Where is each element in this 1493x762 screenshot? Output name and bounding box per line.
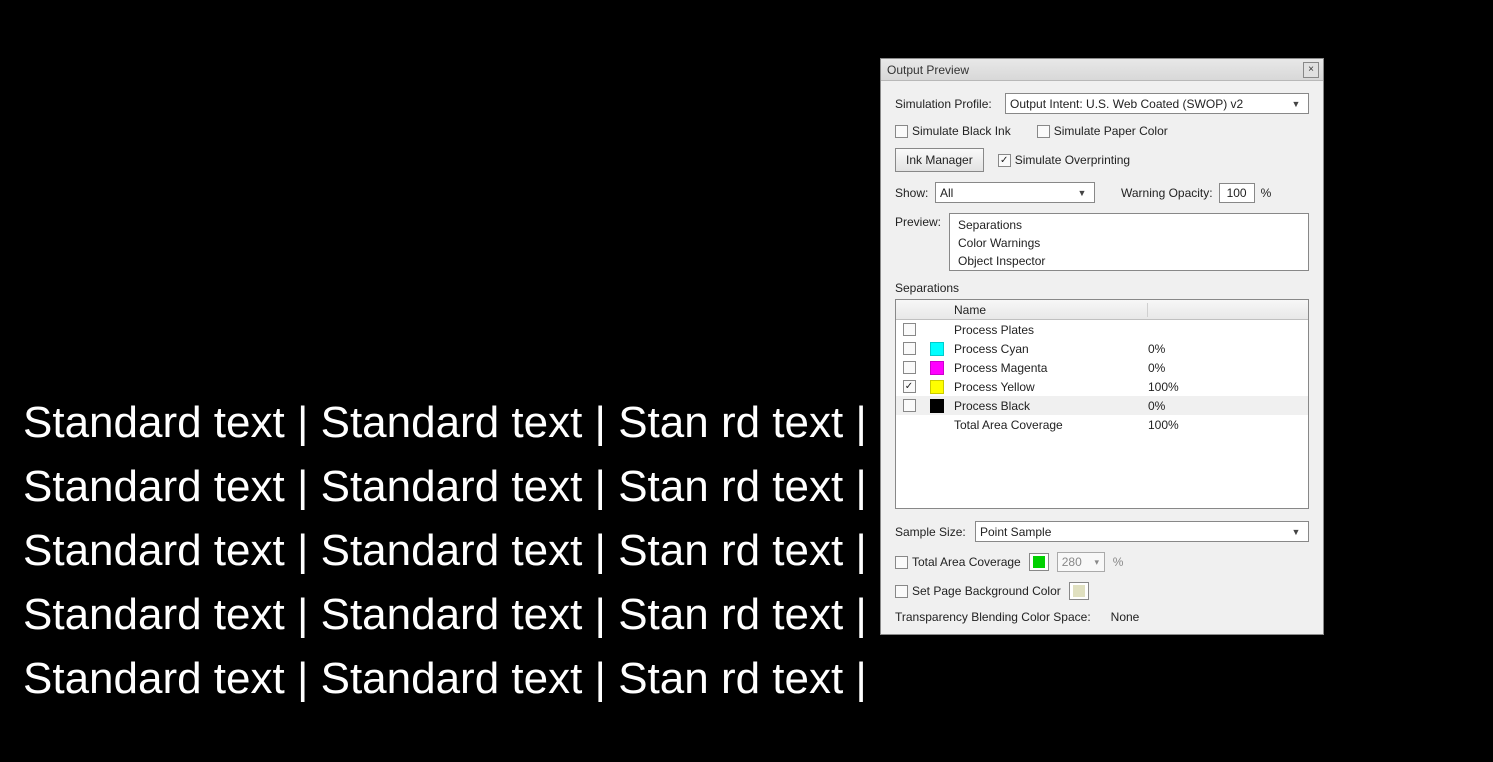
set-page-bg-checkbox[interactable]: Set Page Background Color [895,584,1061,598]
ink-manager-button[interactable]: Ink Manager [895,148,984,172]
show-label: Show: [895,186,935,200]
sep-row-process-yellow[interactable]: Process Yellow 100% [896,377,1308,396]
chevron-down-icon: ▼ [1288,527,1304,537]
magenta-swatch-icon [930,361,944,375]
sample-size-value: Point Sample [980,525,1051,539]
preview-label: Preview: [895,213,949,229]
sep-row-total-area-coverage[interactable]: Total Area Coverage 100% [896,415,1308,434]
set-page-bg-label: Set Page Background Color [912,584,1061,598]
warning-opacity-input[interactable]: 100 [1219,183,1255,203]
chevron-down-icon: ▼ [1288,99,1304,109]
close-icon[interactable]: × [1303,62,1319,78]
simulate-black-ink-checkbox[interactable]: Simulate Black Ink [895,124,1011,138]
checkbox-icon [895,585,908,598]
checkbox-icon[interactable] [903,323,916,336]
checkbox-icon[interactable] [903,380,916,393]
blending-space-label: Transparency Blending Color Space: [895,610,1091,624]
warning-opacity-unit: % [1261,186,1272,200]
black-swatch-icon [930,399,944,413]
simulation-profile-row: Simulation Profile: Output Intent: U.S. … [895,93,1309,114]
sep-row-process-cyan[interactable]: Process Cyan 0% [896,339,1308,358]
tac-color-well[interactable] [1029,553,1049,571]
simulate-overprinting-label: Simulate Overprinting [1015,153,1130,167]
separations-section-label: Separations [895,281,1309,295]
bg-line: Standard text | Standard text | Stan rd … [23,395,867,451]
sep-row-process-plates[interactable]: Process Plates [896,320,1308,339]
preview-item-separations[interactable]: Separations [950,216,1308,234]
show-value: All [940,186,953,200]
simulation-profile-label: Simulation Profile: [895,97,1005,111]
total-area-coverage-checkbox[interactable]: Total Area Coverage [895,555,1021,569]
dialog-title-bar[interactable]: Output Preview × [881,59,1323,81]
simulate-black-ink-label: Simulate Black Ink [912,124,1011,138]
simulation-profile-select[interactable]: Output Intent: U.S. Web Coated (SWOP) v2… [1005,93,1309,114]
preview-listbox[interactable]: Separations Color Warnings Object Inspec… [949,213,1309,271]
document-background-text: Standard text | Standard text | Stan rd … [23,395,867,715]
color-swatch-icon [1073,585,1085,597]
preview-item-color-warnings[interactable]: Color Warnings [950,234,1308,252]
sample-size-label: Sample Size: [895,525,975,539]
sep-row-process-black[interactable]: Process Black 0% [896,396,1308,415]
simulate-overprinting-checkbox[interactable]: Simulate Overprinting [998,153,1130,167]
checkbox-icon[interactable] [903,342,916,355]
bg-line: Standard text | Standard text | Stan rd … [23,587,867,643]
total-area-coverage-label: Total Area Coverage [912,555,1021,569]
separations-header: Name [896,300,1308,320]
output-preview-dialog: Output Preview × Simulation Profile: Out… [880,58,1324,635]
checkbox-icon[interactable] [903,399,916,412]
sep-row-process-magenta[interactable]: Process Magenta 0% [896,358,1308,377]
checkbox-icon [895,556,908,569]
sample-size-select[interactable]: Point Sample ▼ [975,521,1309,542]
checkbox-icon [998,154,1011,167]
bg-line: Standard text | Standard text | Stan rd … [23,651,867,707]
checkbox-icon[interactable] [903,361,916,374]
tac-unit: % [1113,555,1124,569]
dialog-title: Output Preview [885,63,1303,77]
simulate-paper-color-checkbox[interactable]: Simulate Paper Color [1037,124,1168,138]
yellow-swatch-icon [930,380,944,394]
chevron-down-icon: ▼ [1074,188,1090,198]
color-swatch-icon [1033,556,1045,568]
blending-space-value: None [1111,610,1140,624]
bg-line: Standard text | Standard text | Stan rd … [23,523,867,579]
simulation-profile-value: Output Intent: U.S. Web Coated (SWOP) v2 [1010,97,1243,111]
checkbox-icon [1037,125,1050,138]
sep-header-name[interactable]: Name [948,303,1148,317]
bg-line: Standard text | Standard text | Stan rd … [23,459,867,515]
separations-table: Name Process Plates Process Cyan 0% [895,299,1309,509]
cyan-swatch-icon [930,342,944,356]
preview-item-object-inspector[interactable]: Object Inspector [950,252,1308,270]
chevron-down-icon: ▾ [1090,557,1104,568]
simulate-paper-color-label: Simulate Paper Color [1054,124,1168,138]
show-select[interactable]: All ▼ [935,182,1095,203]
page-bg-color-well[interactable] [1069,582,1089,600]
tac-value-spinner[interactable]: 280 ▾ [1057,552,1105,572]
warning-opacity-label: Warning Opacity: [1121,186,1213,200]
checkbox-icon [895,125,908,138]
